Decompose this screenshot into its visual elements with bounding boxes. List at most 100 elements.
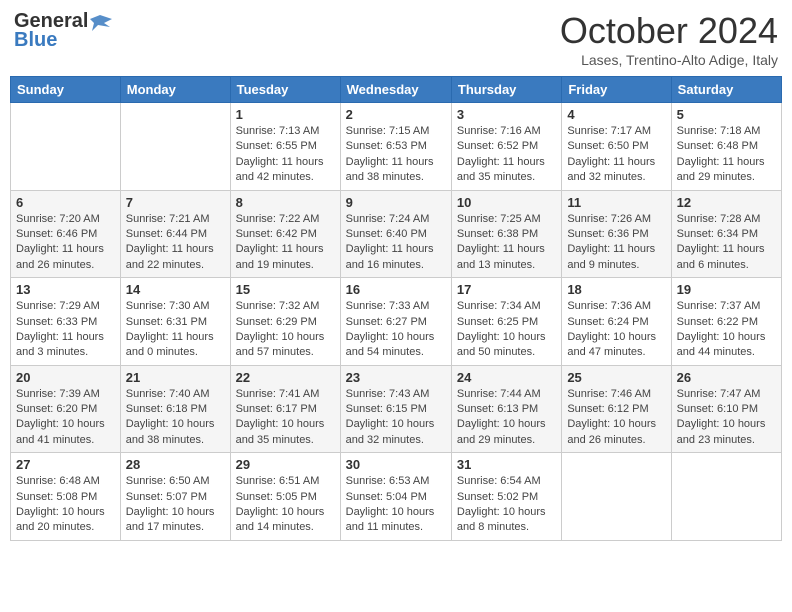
calendar-cell: 14Sunrise: 7:30 AMSunset: 6:31 PMDayligh… [120,278,230,366]
calendar-cell: 15 Sunrise: 7:32 AMSunset: 6:29 PMDayligh… [230,278,340,366]
weekday-header-monday: Monday [120,77,230,103]
calendar-cell: 7 Sunrise: 7:21 AMSunset: 6:44 PMDaylight… [120,190,230,278]
day-info: Sunrise: 7:18 AMSunset: 6:48 PMDaylight:… [677,124,776,186]
day-number: 4 [567,107,665,122]
location-subtitle: Lases, Trentino-Alto Adige, Italy [560,52,778,68]
day-info: Sunrise: 7:30 AMSunset: 6:31 PMDaylight:… [126,299,225,361]
calendar-cell: 24Sunrise: 7:44 AMSunset: 6:13 PMDayligh… [451,365,561,453]
calendar-cell: 6 Sunrise: 7:20 AMSunset: 6:46 PMDaylight… [11,190,121,278]
calendar-week-1: 1 Sunrise: 7:13 AMSunset: 6:55 PMDaylight… [11,103,782,191]
day-number: 22 [236,370,335,385]
day-info: Sunrise: 7:24 AMSunset: 6:40 PMDaylight:… [346,212,446,274]
weekday-header-sunday: Sunday [11,77,121,103]
calendar-cell [120,103,230,191]
day-info: Sunrise: 7:40 AMSunset: 6:18 PMDaylight:… [126,387,225,449]
day-info: Sunrise: 7:33 AMSunset: 6:27 PMDaylight:… [346,299,446,361]
day-info: Sunrise: 7:47 AMSunset: 6:10 PMDaylight:… [677,387,776,449]
weekday-header-saturday: Saturday [671,77,781,103]
day-number: 23 [346,370,446,385]
calendar-cell: 13 Sunrise: 7:29 AMSunset: 6:33 PMDayligh… [11,278,121,366]
day-info: Sunrise: 7:25 AMSunset: 6:38 PMDaylight:… [457,212,556,274]
day-number: 18 [567,282,665,297]
day-info: Sunrise: 7:22 AMSunset: 6:42 PMDaylight:… [236,212,335,274]
day-number: 25 [567,370,665,385]
calendar-week-5: 27 Sunrise: 6:48 AMSunset: 5:08 PMDayligh… [11,453,782,541]
day-number: 1 [236,107,335,122]
calendar-cell: 30 Sunrise: 6:53 AMSunset: 5:04 PMDayligh… [340,453,451,541]
day-info: Sunrise: 7:43 AMSunset: 6:15 PMDaylight:… [346,387,446,449]
calendar-cell: 26 Sunrise: 7:47 AMSunset: 6:10 PMDayligh… [671,365,781,453]
calendar-cell [671,453,781,541]
calendar-week-4: 20 Sunrise: 7:39 AMSunset: 6:20 PMDayligh… [11,365,782,453]
day-info: Sunrise: 7:13 AMSunset: 6:55 PMDaylight:… [236,124,335,186]
calendar-cell: 8Sunrise: 7:22 AMSunset: 6:42 PMDaylight… [230,190,340,278]
day-number: 30 [346,457,446,472]
day-number: 26 [677,370,776,385]
weekday-header-thursday: Thursday [451,77,561,103]
day-info: Sunrise: 7:36 AMSunset: 6:24 PMDaylight:… [567,299,665,361]
calendar-week-2: 6 Sunrise: 7:20 AMSunset: 6:46 PMDaylight… [11,190,782,278]
weekday-header-tuesday: Tuesday [230,77,340,103]
calendar-cell: 29 Sunrise: 6:51 AMSunset: 5:05 PMDayligh… [230,453,340,541]
title-area: October 2024 Lases, Trentino-Alto Adige,… [560,10,778,68]
day-number: 2 [346,107,446,122]
calendar-cell: 21 Sunrise: 7:40 AMSunset: 6:18 PMDayligh… [120,365,230,453]
day-number: 3 [457,107,556,122]
calendar-cell: 16 Sunrise: 7:33 AMSunset: 6:27 PMDayligh… [340,278,451,366]
day-info: Sunrise: 6:51 AMSunset: 5:05 PMDaylight:… [236,474,335,536]
calendar-cell: 23 Sunrise: 7:43 AMSunset: 6:15 PMDayligh… [340,365,451,453]
calendar-cell [11,103,121,191]
calendar-cell: 12 Sunrise: 7:28 AMSunset: 6:34 PMDayligh… [671,190,781,278]
day-number: 5 [677,107,776,122]
calendar-cell: 25Sunrise: 7:46 AMSunset: 6:12 PMDayligh… [562,365,671,453]
day-number: 20 [16,370,115,385]
day-info: Sunrise: 7:41 AMSunset: 6:17 PMDaylight:… [236,387,335,449]
day-info: Sunrise: 6:50 AMSunset: 5:07 PMDaylight:… [126,474,225,536]
weekday-header-row: SundayMondayTuesdayWednesdayThursdayFrid… [11,77,782,103]
day-number: 28 [126,457,225,472]
weekday-header-wednesday: Wednesday [340,77,451,103]
calendar-week-3: 13 Sunrise: 7:29 AMSunset: 6:33 PMDayligh… [11,278,782,366]
day-number: 13 [16,282,115,297]
day-number: 19 [677,282,776,297]
logo-blue-text: Blue [14,29,57,52]
calendar-cell: 19Sunrise: 7:37 AMSunset: 6:22 PMDayligh… [671,278,781,366]
month-title: October 2024 [560,10,778,52]
day-info: Sunrise: 7:20 AMSunset: 6:46 PMDaylight:… [16,212,115,274]
calendar-cell: 27 Sunrise: 6:48 AMSunset: 5:08 PMDayligh… [11,453,121,541]
day-number: 15 [236,282,335,297]
calendar-cell: 11Sunrise: 7:26 AMSunset: 6:36 PMDayligh… [562,190,671,278]
calendar-cell: 31 Sunrise: 6:54 AMSunset: 5:02 PMDayligh… [451,453,561,541]
day-number: 6 [16,195,115,210]
day-info: Sunrise: 7:32 AMSunset: 6:29 PMDaylight:… [236,299,335,361]
calendar-cell: 18 Sunrise: 7:36 AMSunset: 6:24 PMDayligh… [562,278,671,366]
calendar-cell: 1 Sunrise: 7:13 AMSunset: 6:55 PMDaylight… [230,103,340,191]
calendar-cell: 2Sunrise: 7:15 AMSunset: 6:53 PMDaylight… [340,103,451,191]
calendar-cell: 9Sunrise: 7:24 AMSunset: 6:40 PMDaylight… [340,190,451,278]
day-info: Sunrise: 7:39 AMSunset: 6:20 PMDaylight:… [16,387,115,449]
day-info: Sunrise: 7:21 AMSunset: 6:44 PMDaylight:… [126,212,225,274]
day-info: Sunrise: 6:48 AMSunset: 5:08 PMDaylight:… [16,474,115,536]
day-info: Sunrise: 7:28 AMSunset: 6:34 PMDaylight:… [677,212,776,274]
day-number: 21 [126,370,225,385]
day-info: Sunrise: 6:54 AMSunset: 5:02 PMDaylight:… [457,474,556,536]
day-info: Sunrise: 7:29 AMSunset: 6:33 PMDaylight:… [16,299,115,361]
day-info: Sunrise: 7:17 AMSunset: 6:50 PMDaylight:… [567,124,665,186]
calendar-cell [562,453,671,541]
logo: General Blue [14,10,112,52]
page-header: General Blue October 2024 Lases, Trentin… [10,10,782,68]
day-number: 10 [457,195,556,210]
day-info: Sunrise: 6:53 AMSunset: 5:04 PMDaylight:… [346,474,446,536]
day-number: 27 [16,457,115,472]
day-info: Sunrise: 7:34 AMSunset: 6:25 PMDaylight:… [457,299,556,361]
day-number: 16 [346,282,446,297]
day-number: 29 [236,457,335,472]
calendar-cell: 28 Sunrise: 6:50 AMSunset: 5:07 PMDayligh… [120,453,230,541]
day-info: Sunrise: 7:26 AMSunset: 6:36 PMDaylight:… [567,212,665,274]
day-number: 31 [457,457,556,472]
day-number: 24 [457,370,556,385]
logo-bird-icon [90,13,112,31]
day-number: 7 [126,195,225,210]
day-number: 12 [677,195,776,210]
weekday-header-friday: Friday [562,77,671,103]
